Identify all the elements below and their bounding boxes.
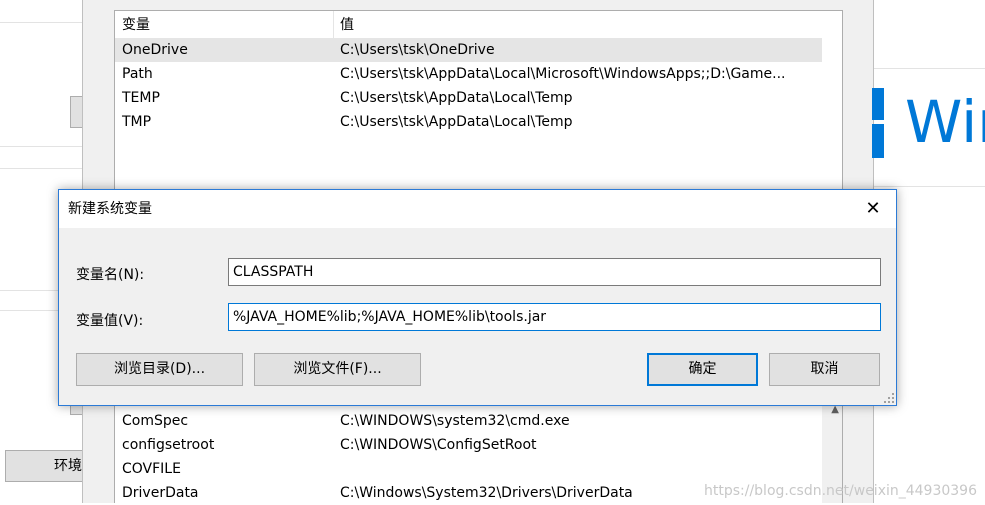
list-item[interactable]: Path C:\Users\tsk\AppData\Local\Microsof… [115, 62, 822, 86]
variable-value-label: 变量值(V): [76, 313, 144, 329]
list-item[interactable]: ComSpec C:\WINDOWS\system32\cmd.exe [115, 409, 822, 433]
variable-name: ComSpec [122, 413, 189, 429]
windows-logo-text: Win [905, 90, 985, 154]
new-system-variable-dialog: 新建系统变量 ✕ 变量名(N): 变量值(V): 浏览目录(D)... 浏览文件… [58, 189, 897, 406]
list-item[interactable]: OneDrive C:\Users\tsk\OneDrive [115, 38, 822, 62]
environment-variables-button[interactable]: 环境 [5, 450, 82, 482]
list-item[interactable]: TMP C:\Users\tsk\AppData\Local\Temp [115, 110, 822, 134]
list-item[interactable]: configsetroot C:\WINDOWS\ConfigSetRoot [115, 433, 822, 457]
variable-name: COVFILE [122, 461, 181, 477]
variable-name-field[interactable] [228, 258, 881, 286]
variable-value-field[interactable] [228, 303, 881, 331]
variable-value: C:\Users\tsk\AppData\Local\Microsoft\Win… [340, 66, 786, 82]
ok-button[interactable]: 确定 [647, 353, 758, 386]
variable-value: C:\WINDOWS\system32\cmd.exe [340, 413, 570, 429]
close-icon[interactable]: ✕ [850, 190, 896, 228]
cancel-button[interactable]: 取消 [769, 353, 880, 386]
divider [874, 68, 985, 69]
variable-name: TMP [122, 114, 152, 130]
browse-directory-button[interactable]: 浏览目录(D)... [76, 353, 243, 386]
column-separator[interactable] [333, 11, 334, 38]
variable-value: C:\Users\tsk\OneDrive [340, 42, 495, 58]
column-header-value[interactable]: 值 [340, 11, 354, 38]
divider [0, 146, 82, 147]
variable-name: TEMP [122, 90, 160, 106]
divider [874, 186, 985, 187]
variable-name-label: 变量名(N): [76, 267, 145, 283]
variable-value: C:\Users\tsk\AppData\Local\Temp [340, 90, 573, 106]
resize-grip-icon[interactable] [882, 391, 894, 403]
watermark: https://blog.csdn.net/weixin_44930396 [703, 483, 977, 499]
column-header-name[interactable]: 变量 [122, 11, 150, 38]
list-item[interactable]: COVFILE [115, 457, 822, 481]
variable-name: DriverData [122, 485, 199, 501]
variable-name: OneDrive [122, 42, 188, 58]
user-variables-list[interactable]: 变量 值 OneDrive C:\Users\tsk\OneDrive Path… [114, 10, 843, 210]
dialog-title: 新建系统变量 [68, 201, 152, 217]
windows-logo-icon [872, 88, 884, 158]
dialog-titlebar[interactable]: 新建系统变量 ✕ [59, 190, 896, 228]
variable-name: Path [122, 66, 153, 82]
variable-value: C:\WINDOWS\ConfigSetRoot [340, 437, 537, 453]
variable-value: C:\Users\tsk\AppData\Local\Temp [340, 114, 573, 130]
divider [0, 168, 82, 169]
list-item[interactable]: TEMP C:\Users\tsk\AppData\Local\Temp [115, 86, 822, 110]
browse-file-button[interactable]: 浏览文件(F)... [254, 353, 421, 386]
list-header: 变量 值 [115, 11, 822, 39]
variable-name: configsetroot [122, 437, 215, 453]
divider [0, 22, 82, 23]
